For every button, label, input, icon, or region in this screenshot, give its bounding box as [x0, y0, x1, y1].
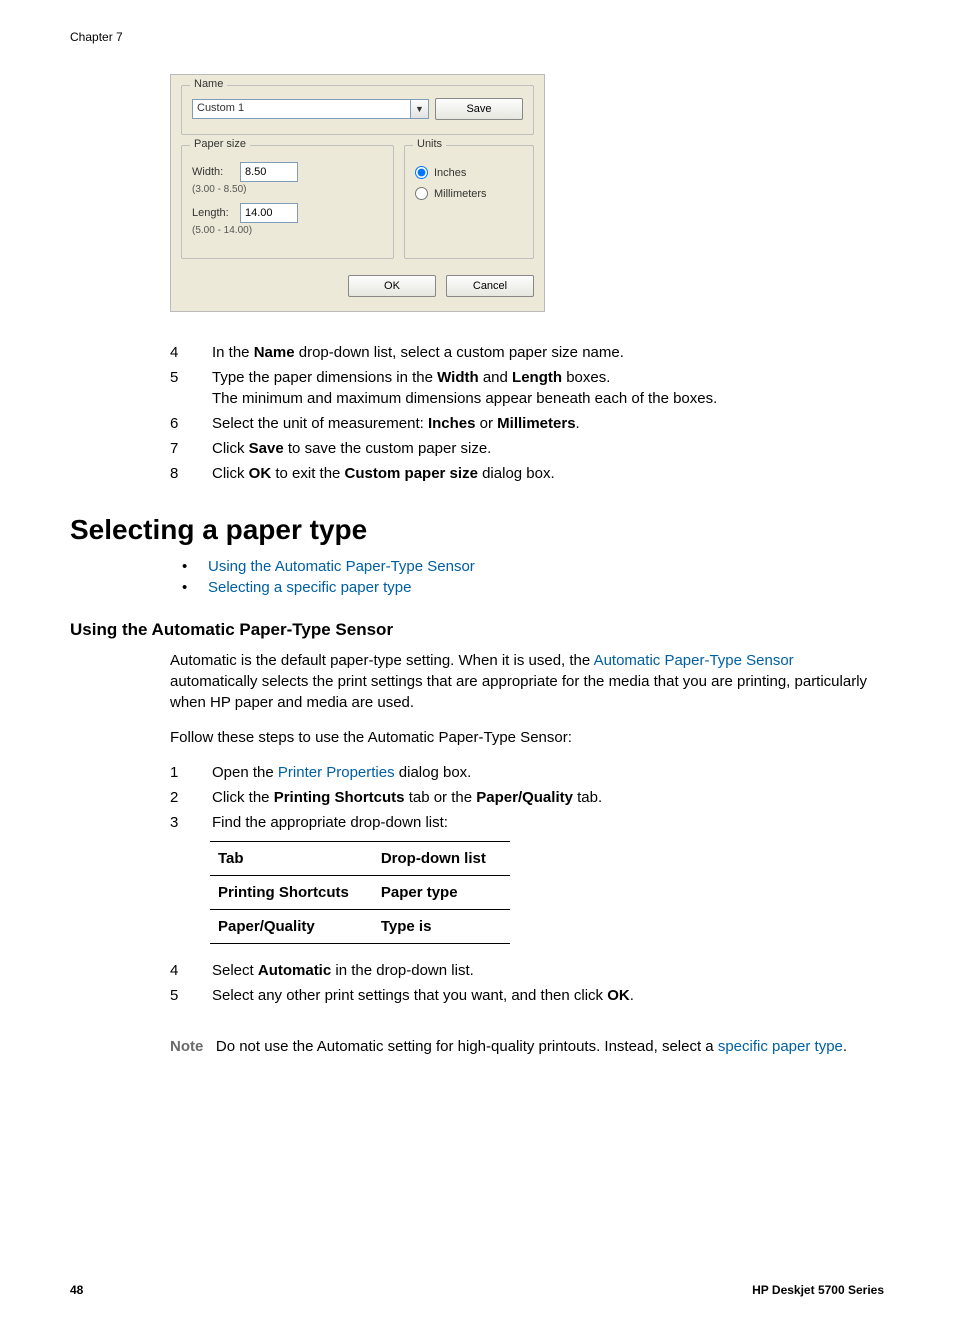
note-block: Note Do not use the Automatic setting fo…: [170, 1036, 884, 1058]
chevron-down-icon[interactable]: ▼: [411, 99, 429, 119]
units-legend: Units: [413, 138, 446, 150]
bullet-link-auto-sensor: Using the Automatic Paper-Type Sensor: [178, 558, 884, 575]
note-label: Note: [170, 1038, 203, 1055]
link-using-auto-sensor[interactable]: Using the Automatic Paper-Type Sensor: [208, 558, 475, 575]
product-series: HP Deskjet 5700 Series: [752, 1283, 884, 1297]
step-b1: Open the Printer Properties dialog box.: [170, 762, 884, 783]
units-inches-label: Inches: [434, 167, 466, 179]
step-4: In the Name drop-down list, select a cus…: [170, 342, 884, 363]
link-specific-paper-type[interactable]: specific paper type: [718, 1038, 843, 1055]
width-input[interactable]: [240, 162, 298, 182]
step-b3: Find the appropriate drop-down list:: [170, 812, 884, 833]
name-legend: Name: [190, 78, 227, 90]
step-5: Type the paper dimensions in the Width a…: [170, 367, 884, 409]
step-b2: Click the Printing Shortcuts tab or the …: [170, 787, 884, 808]
paper-size-legend: Paper size: [190, 138, 250, 150]
page-number: 48: [70, 1283, 83, 1297]
custom-paper-size-dialog-screenshot: Name Custom 1 ▼ Save Paper size Width: (…: [170, 74, 884, 312]
link-printer-properties[interactable]: Printer Properties: [278, 764, 395, 781]
ok-button[interactable]: OK: [348, 275, 436, 297]
radio-icon[interactable]: [415, 166, 428, 179]
dropdown-mapping-table: Tab Drop-down list Printing Shortcuts Pa…: [210, 841, 510, 944]
save-button[interactable]: Save: [435, 98, 523, 120]
name-dropdown[interactable]: Custom 1 ▼: [192, 99, 429, 119]
width-label: Width:: [192, 166, 232, 178]
length-range-hint: (5.00 - 14.00): [192, 225, 383, 236]
units-fieldset: Units Inches Millimeters: [404, 145, 534, 259]
units-mm-label: Millimeters: [434, 188, 487, 200]
step-c4: Select Automatic in the drop-down list.: [170, 960, 884, 981]
chapter-label: Chapter 7: [70, 30, 884, 44]
bullet-link-specific-type: Selecting a specific paper type: [178, 579, 884, 596]
units-inches-radio[interactable]: Inches: [415, 166, 523, 179]
subheading-using-auto-sensor: Using the Automatic Paper-Type Sensor: [70, 620, 884, 640]
name-fieldset: Name Custom 1 ▼ Save: [181, 85, 534, 135]
name-dropdown-value[interactable]: Custom 1: [192, 99, 411, 119]
link-auto-paper-type-sensor[interactable]: Automatic Paper-Type Sensor: [594, 652, 794, 669]
section-heading-selecting-paper-type: Selecting a paper type: [70, 514, 884, 546]
paragraph-follow-steps: Follow these steps to use the Automatic …: [170, 727, 884, 748]
table-header-dropdown: Drop-down list: [373, 842, 510, 876]
length-label: Length:: [192, 207, 232, 219]
step-8: Click OK to exit the Custom paper size d…: [170, 463, 884, 484]
length-input[interactable]: [240, 203, 298, 223]
paper-size-fieldset: Paper size Width: (3.00 - 8.50) Length: …: [181, 145, 394, 259]
table-row: Paper/Quality Type is: [210, 910, 510, 944]
units-mm-radio[interactable]: Millimeters: [415, 187, 523, 200]
paragraph-auto-description: Automatic is the default paper-type sett…: [170, 650, 884, 713]
table-row: Printing Shortcuts Paper type: [210, 876, 510, 910]
link-selecting-specific-type[interactable]: Selecting a specific paper type: [208, 579, 411, 596]
step-c5: Select any other print settings that you…: [170, 985, 884, 1006]
radio-icon[interactable]: [415, 187, 428, 200]
step-7: Click Save to save the custom paper size…: [170, 438, 884, 459]
step-6: Select the unit of measurement: Inches o…: [170, 413, 884, 434]
cancel-button[interactable]: Cancel: [446, 275, 534, 297]
page-footer: 48 HP Deskjet 5700 Series: [70, 1283, 884, 1297]
width-range-hint: (3.00 - 8.50): [192, 184, 383, 195]
table-header-tab: Tab: [210, 842, 373, 876]
